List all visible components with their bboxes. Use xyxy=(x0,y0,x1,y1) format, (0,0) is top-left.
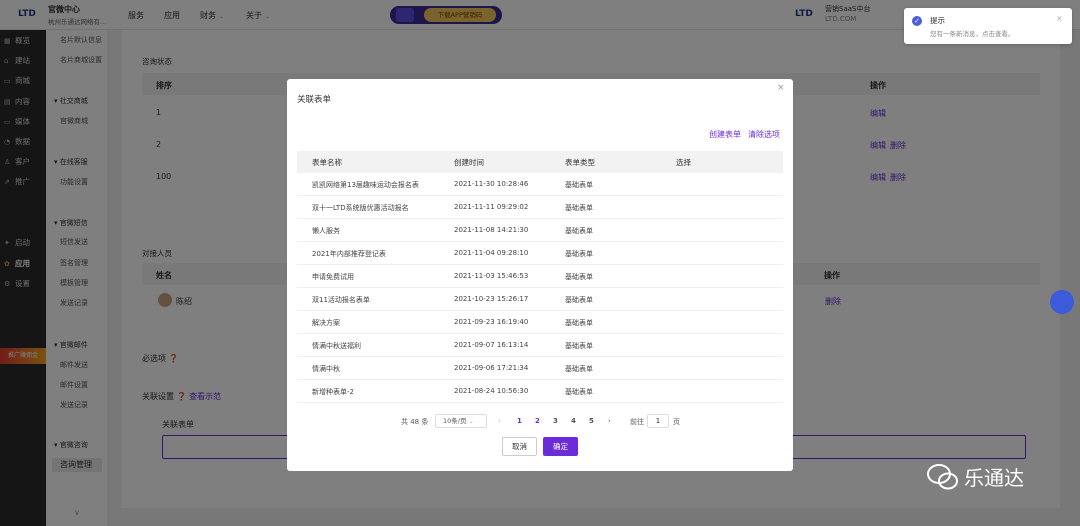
table-cell: 新增种表单-2 xyxy=(312,388,354,396)
table-cell: 基础表单 xyxy=(565,227,593,235)
table-cell: 2021-11-30 10:28:46 xyxy=(454,180,529,188)
page-button[interactable]: 1 xyxy=(517,417,522,425)
table-cell: 基础表单 xyxy=(565,273,593,281)
table-cell: 情满中秋 xyxy=(312,365,340,373)
page-button[interactable]: 2 xyxy=(535,417,540,425)
page-button[interactable]: 3 xyxy=(553,417,558,425)
clear-selection-link[interactable]: 清除选项 xyxy=(748,129,780,140)
table-cell: 2021-09-07 16:13:14 xyxy=(454,341,529,349)
table-cell: 解决方案 xyxy=(312,319,340,327)
table-row[interactable]: 懒人服务 2021-11-08 14:21:30 基础表单 xyxy=(297,219,783,242)
chevron-down-icon: ⌄ xyxy=(468,417,474,425)
table-cell: 基础表单 xyxy=(565,296,593,304)
goto-label: 前往 xyxy=(630,418,644,426)
table-cell: 凯凯网络第13届趣味运动会报名表 xyxy=(312,181,419,189)
table-cell: 基础表单 xyxy=(565,319,593,327)
table-cell: 2021年内部推荐登记表 xyxy=(312,250,386,258)
page-button[interactable]: 5 xyxy=(589,417,594,425)
cancel-button[interactable]: 取消 xyxy=(502,437,537,456)
wechat-watermark: 乐通达 xyxy=(918,458,1058,498)
table-cell: 2021-11-11 09:29:02 xyxy=(454,203,529,211)
goto-page-input[interactable]: 1 xyxy=(647,414,669,428)
confirm-button[interactable]: 确定 xyxy=(543,437,578,456)
total-count: 共 48 条 xyxy=(401,418,429,426)
table-row[interactable]: 解决方案 2021-09-23 16:19:40 基础表单 xyxy=(297,311,783,334)
form-table-header: 表单名称 创建时间 表单类型 选择 xyxy=(297,151,783,173)
pagination: 共 48 条 10条/页 ⌄ ‹ 1 2 3 4 5 › 前往 1 页 xyxy=(287,413,793,433)
toast-message: 您有一条新消息，点击查看。 xyxy=(930,30,1015,38)
table-row[interactable]: 申请免费试用 2021-11-03 15:46:53 基础表单 xyxy=(297,265,783,288)
close-icon[interactable]: × xyxy=(777,83,785,93)
table-cell: 申请免费试用 xyxy=(312,273,354,281)
toast-title: 提示 xyxy=(930,16,945,25)
page-size-select[interactable]: 10条/页 ⌄ xyxy=(435,414,487,428)
table-row[interactable]: 2021年内部推荐登记表 2021-11-04 09:28:10 基础表单 xyxy=(297,242,783,265)
goto-unit: 页 xyxy=(673,418,680,426)
wechat-icon xyxy=(927,464,958,490)
table-cell: 2021-11-03 15:46:53 xyxy=(454,272,529,280)
table-cell: 双11活动报名表单 xyxy=(312,296,370,304)
table-cell: 2021-08-24 10:56:30 xyxy=(454,387,529,395)
table-cell: 双十一LTD系统版优惠活动报名 xyxy=(312,204,409,212)
table-cell: 情满中秋送福利 xyxy=(312,342,361,350)
table-cell: 基础表单 xyxy=(565,342,593,350)
check-icon: ✓ xyxy=(912,16,922,26)
table-cell: 2021-11-04 09:28:10 xyxy=(454,249,529,257)
table-cell: 基础表单 xyxy=(565,250,593,258)
watermark-text: 乐通达 xyxy=(964,466,1024,490)
table-cell: 2021-11-08 14:21:30 xyxy=(454,226,529,234)
dialog-title: 关联表单 xyxy=(297,95,332,105)
table-row[interactable]: 凯凯网络第13届趣味运动会报名表 2021-11-30 10:28:46 基础表单 xyxy=(297,173,783,196)
prev-page-button[interactable]: ‹ xyxy=(498,417,501,425)
next-page-button[interactable]: › xyxy=(608,417,611,425)
close-icon[interactable]: × xyxy=(1056,14,1063,23)
table-row[interactable]: 情满中秋送福利 2021-09-07 16:13:14 基础表单 xyxy=(297,334,783,357)
table-cell: 2021-10-23 15:26:17 xyxy=(454,295,529,303)
table-row[interactable]: 情满中秋 2021-09-06 17:21:34 基础表单 xyxy=(297,357,783,380)
table-row[interactable]: 双11活动报名表单 2021-10-23 15:26:17 基础表单 xyxy=(297,288,783,311)
table-cell: 懒人服务 xyxy=(312,227,340,235)
table-cell: 基础表单 xyxy=(565,204,593,212)
table-cell: 2021-09-23 16:19:40 xyxy=(454,318,529,326)
table-cell: 基础表单 xyxy=(565,181,593,189)
table-cell: 2021-09-06 17:21:34 xyxy=(454,364,529,372)
create-form-link[interactable]: 创建表单 xyxy=(709,129,741,140)
table-row[interactable]: 新增种表单-2 2021-08-24 10:56:30 基础表单 xyxy=(297,380,783,403)
associate-form-dialog: 关联表单 × 创建表单 清除选项 表单名称 创建时间 表单类型 选择 凯凯网络第… xyxy=(287,79,793,471)
notification-toast[interactable]: ✓ 提示 您有一条新消息，点击查看。 × xyxy=(904,8,1072,44)
table-cell: 基础表单 xyxy=(565,388,593,396)
page-button[interactable]: 4 xyxy=(571,417,576,425)
table-cell: 基础表单 xyxy=(565,365,593,373)
table-row[interactable]: 双十一LTD系统版优惠活动报名 2021-11-11 09:29:02 基础表单 xyxy=(297,196,783,219)
customer-service-icon[interactable] xyxy=(1050,290,1074,314)
